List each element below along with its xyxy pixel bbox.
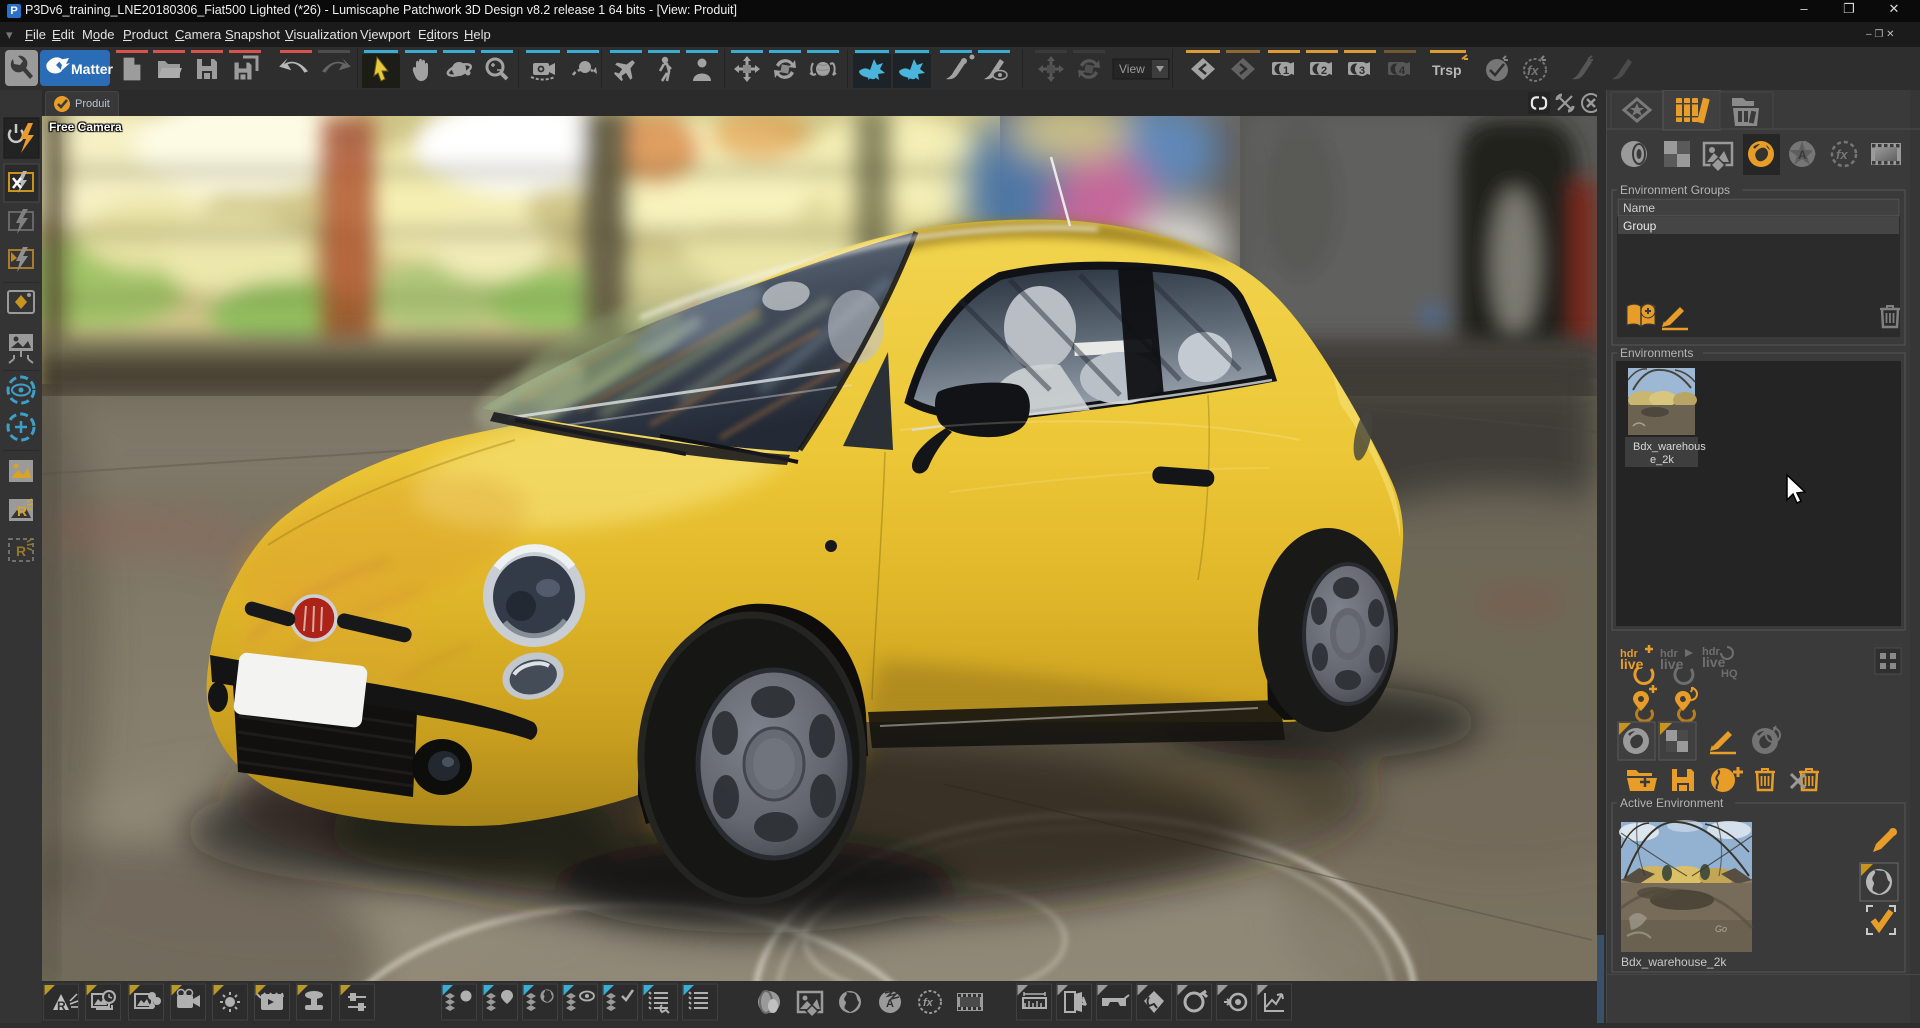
svg-text:HQ: HQ <box>1721 668 1738 680</box>
svg-text:Go: Go <box>1715 924 1727 934</box>
svg-text:1: 1 <box>1283 65 1289 77</box>
svg-text:R: R <box>57 999 66 1013</box>
svg-text:View: View <box>1119 62 1145 76</box>
svg-text:fx: fx <box>1527 63 1539 78</box>
svg-text:Active Environment: Active Environment <box>1620 796 1724 810</box>
svg-text:Environment Groups: Environment Groups <box>1620 183 1730 197</box>
svg-text:Trsp: Trsp <box>1432 62 1462 78</box>
svg-text:fx: fx <box>1836 147 1848 162</box>
svg-text:R: R <box>17 503 27 519</box>
svg-text:e_2k: e_2k <box>1650 454 1674 466</box>
svg-text:2: 2 <box>1321 65 1327 77</box>
svg-text:Matter: Matter <box>71 61 114 77</box>
svg-text:live: live <box>1660 656 1684 672</box>
svg-text:Group: Group <box>1623 219 1657 233</box>
svg-text:Bdx_warehous: Bdx_warehous <box>1633 441 1706 453</box>
svg-text:A: A <box>1798 148 1807 162</box>
svg-text:Environments: Environments <box>1620 346 1693 360</box>
svg-text:Name: Name <box>1623 201 1655 215</box>
svg-text:live: live <box>1620 656 1644 672</box>
svg-text:4: 4 <box>1399 65 1406 77</box>
svg-text:Bdx_warehouse_2k: Bdx_warehouse_2k <box>1621 955 1727 969</box>
svg-text:3: 3 <box>1359 65 1365 77</box>
svg-text:R: R <box>16 543 26 559</box>
